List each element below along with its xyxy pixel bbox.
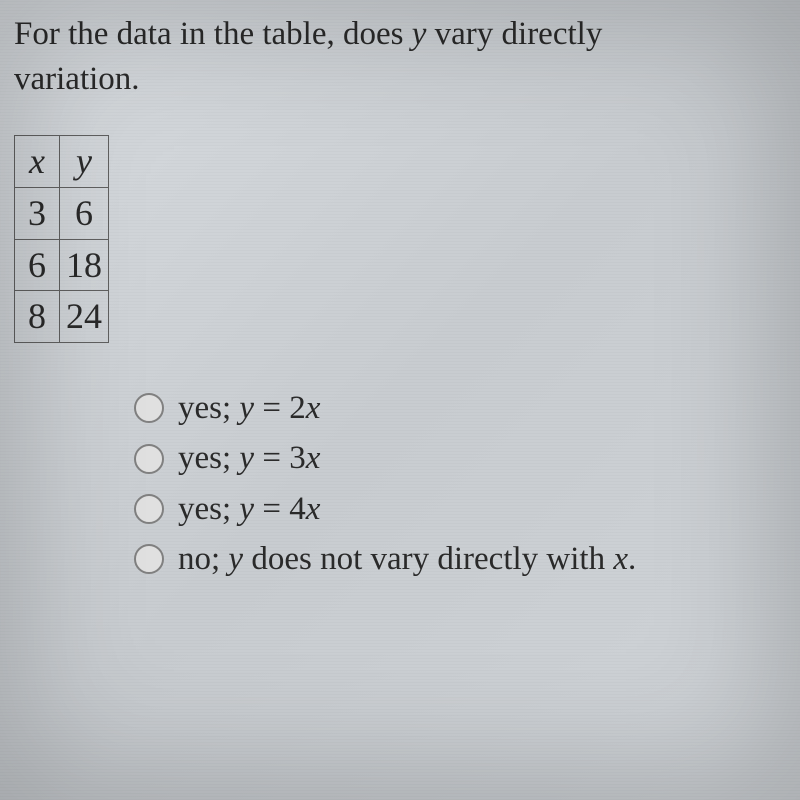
- table-row: 8 24: [15, 291, 109, 343]
- cell-x: 6: [15, 239, 60, 291]
- header-x: x: [15, 136, 60, 188]
- question-line1-suffix: vary directly: [426, 16, 602, 52]
- question-line2: variation.: [14, 61, 140, 97]
- cell-y: 24: [60, 291, 109, 343]
- data-table: x y 3 6 6 18 8 24: [14, 135, 109, 343]
- option-a[interactable]: yes; y = 2x: [134, 385, 800, 431]
- cell-x: 3: [15, 187, 60, 239]
- table-row: 3 6: [15, 187, 109, 239]
- radio-icon: [134, 393, 164, 423]
- cell-y: 6: [60, 187, 109, 239]
- option-b-label: yes; y = 3x: [178, 435, 320, 481]
- cell-y: 18: [60, 239, 109, 291]
- option-d[interactable]: no; y does not vary directly with x.: [134, 536, 800, 582]
- options-group: yes; y = 2x yes; y = 3x yes; y = 4x no; …: [134, 385, 800, 582]
- option-c-label: yes; y = 4x: [178, 486, 320, 532]
- radio-icon: [134, 544, 164, 574]
- question-text: For the data in the table, does y vary d…: [14, 12, 800, 101]
- radio-icon: [134, 444, 164, 474]
- table-header-row: x y: [15, 136, 109, 188]
- radio-icon: [134, 494, 164, 524]
- header-y: y: [60, 136, 109, 188]
- option-d-label: no; y does not vary directly with x.: [178, 536, 636, 582]
- question-var-y: y: [412, 16, 427, 52]
- option-c[interactable]: yes; y = 4x: [134, 486, 800, 532]
- cell-x: 8: [15, 291, 60, 343]
- table-row: 6 18: [15, 239, 109, 291]
- option-b[interactable]: yes; y = 3x: [134, 435, 800, 481]
- option-a-label: yes; y = 2x: [178, 385, 320, 431]
- question-line1-prefix: For the data in the table, does: [14, 16, 412, 52]
